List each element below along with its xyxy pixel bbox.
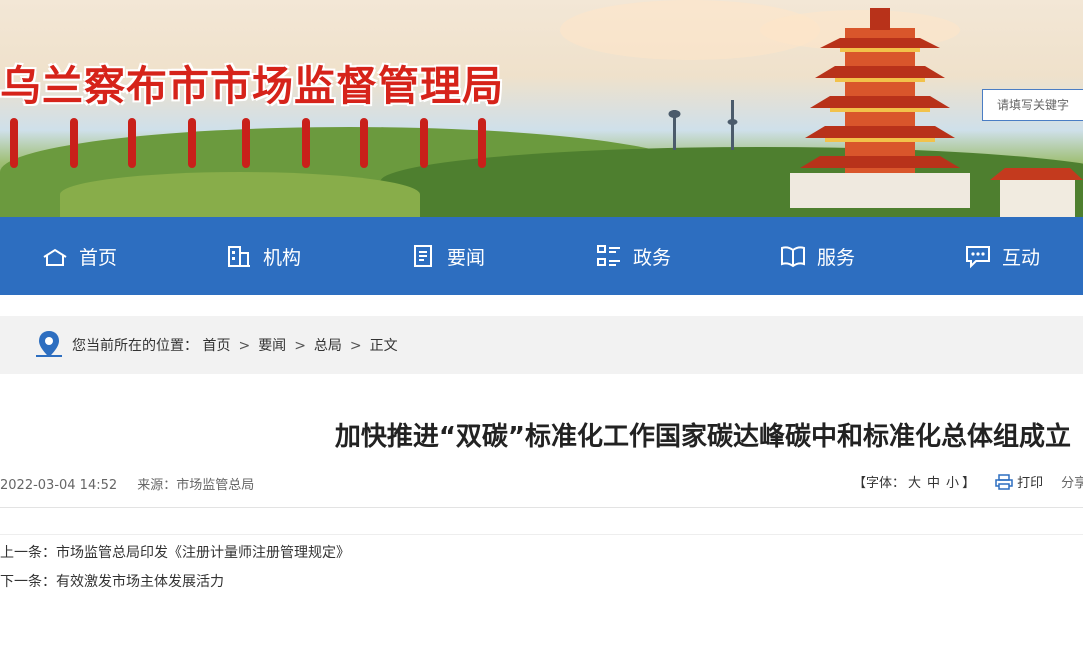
print-button[interactable]: 打印 <box>995 472 1043 491</box>
site-title: 乌兰察布市市场监督管理局 <box>0 62 504 110</box>
prev-article-link[interactable]: 市场监管总局印发《注册计量师注册管理规定》 <box>56 545 350 561</box>
home-icon <box>43 248 67 266</box>
building-icon <box>228 246 250 267</box>
breadcrumb-separator: > <box>349 338 362 354</box>
nav-item-interaction[interactable]: 互动 <box>965 217 1040 295</box>
nav-item-news[interactable]: 要闻 <box>410 217 485 295</box>
list-grid-icon <box>597 245 620 266</box>
main-nav: 首页 机构 要闻 政务 服务 互动 <box>0 217 1083 295</box>
print-label: 打印 <box>1017 476 1044 491</box>
open-book-icon <box>781 246 805 268</box>
article-source: 来源：市场监管总局 <box>137 478 255 493</box>
nav-item-government[interactable]: 政务 <box>596 217 671 295</box>
share-button[interactable]: 分享 <box>1061 472 1083 491</box>
breadcrumb-separator: > <box>238 338 251 354</box>
header-banner: 乌兰察布市市场监督管理局 请填写关键字 <box>0 0 1083 217</box>
search-input[interactable]: 请填写关键字 <box>982 89 1083 121</box>
nav-item-label: 互动 <box>1002 246 1041 269</box>
breadcrumb-prefix: 您当前所在的位置： <box>72 338 198 354</box>
breadcrumb: 您当前所在的位置： 首页 > 要闻 > 总局 > 正文 <box>72 335 398 355</box>
nav-item-home[interactable]: 首页 <box>42 217 117 295</box>
nav-item-label: 首页 <box>79 246 118 269</box>
divider <box>0 534 1083 535</box>
nav-item-organization[interactable]: 机构 <box>226 217 301 295</box>
font-size-medium-button[interactable]: 中 <box>927 476 940 491</box>
font-size-large-button[interactable]: 大 <box>908 476 921 491</box>
next-label: 下一条： <box>0 574 56 590</box>
printer-icon <box>995 473 1013 490</box>
font-size-small-button[interactable]: 小 <box>946 476 959 491</box>
pagoda-tower-illustration <box>790 8 970 208</box>
article-tools: 【字体：大中小】 打印 分享 <box>853 472 1083 491</box>
chat-bubble-icon <box>966 246 990 269</box>
font-size-label: 【字体： <box>853 476 906 491</box>
breadcrumb-bar: 您当前所在的位置： 首页 > 要闻 > 总局 > 正文 <box>0 316 1083 374</box>
prev-label: 上一条： <box>0 545 56 561</box>
breadcrumb-link-home[interactable]: 首页 <box>202 338 230 354</box>
nav-item-label: 机构 <box>263 246 302 269</box>
breadcrumb-link-news[interactable]: 要闻 <box>258 338 286 354</box>
nav-item-label: 要闻 <box>447 246 486 269</box>
article-meta: 2022-03-04 14:52 来源：市场监管总局 <box>0 474 270 493</box>
next-article-link[interactable]: 有效激发市场主体发展活力 <box>56 574 224 590</box>
location-pin-icon <box>36 331 62 357</box>
tv-tower-illustration <box>668 100 738 150</box>
next-article: 下一条：有效激发市场主体发展活力 <box>0 571 224 591</box>
prev-article: 上一条：市场监管总局印发《注册计量师注册管理规定》 <box>0 542 350 562</box>
font-size-label-end: 】 <box>962 476 976 491</box>
article-title: 加快推进“双碳”标准化工作国家碳达峰碳中和标准化总体组成立 <box>334 422 1071 452</box>
nav-item-label: 服务 <box>817 246 856 269</box>
nav-item-services[interactable]: 服务 <box>780 217 855 295</box>
nav-item-label: 政务 <box>633 246 672 269</box>
breadcrumb-link-headquarters[interactable]: 总局 <box>314 338 342 354</box>
divider <box>0 507 1083 508</box>
document-icon <box>414 245 432 267</box>
font-size-control: 【字体：大中小】 <box>853 472 975 491</box>
banner-hill <box>60 172 420 217</box>
pavilion-illustration <box>990 168 1083 217</box>
publish-date: 2022-03-04 14:52 <box>0 478 118 493</box>
breadcrumb-link-article[interactable]: 正文 <box>370 338 398 354</box>
breadcrumb-separator: > <box>294 338 306 354</box>
